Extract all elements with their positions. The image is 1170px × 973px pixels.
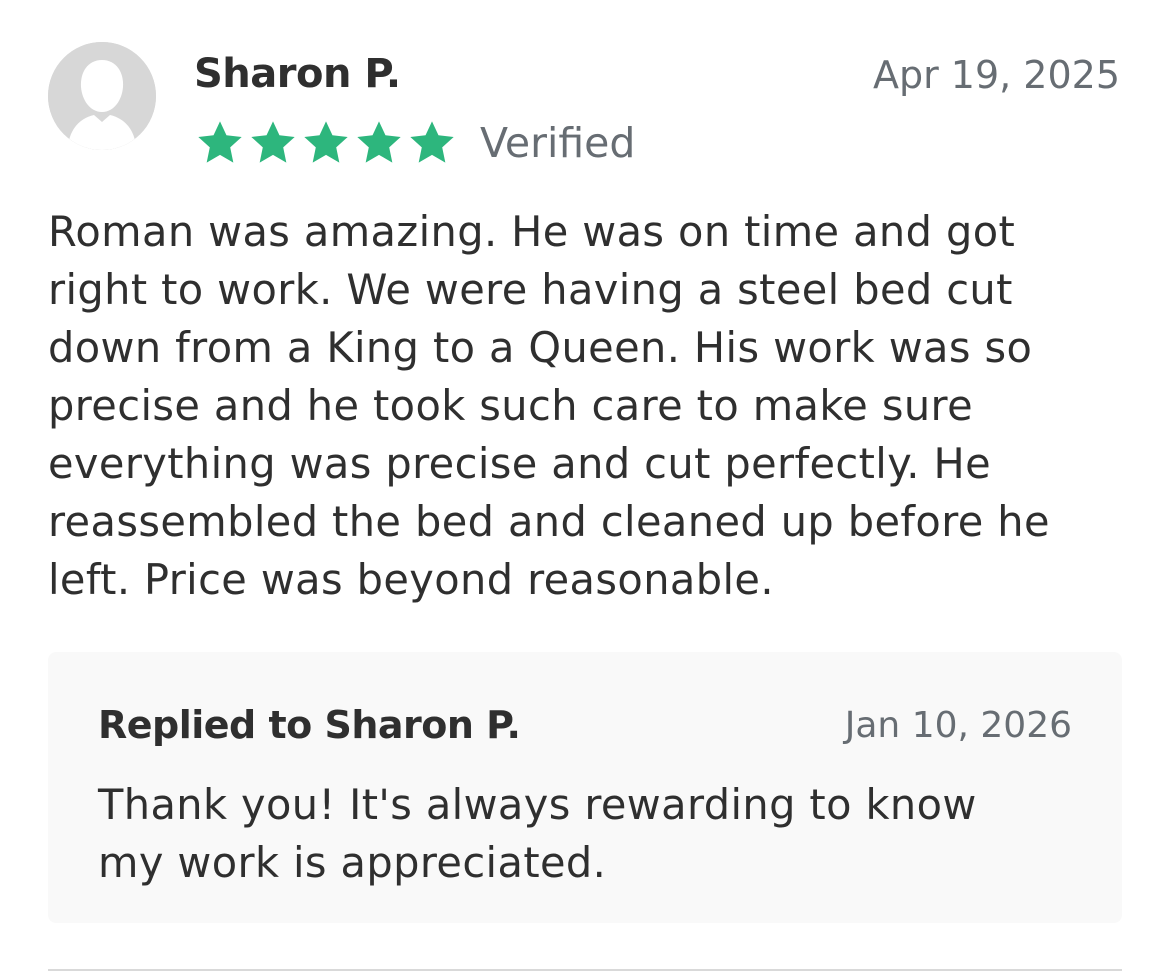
reply-title: Replied to Sharon P.: [98, 703, 521, 747]
star-icon: [251, 121, 295, 163]
star-icon: [198, 121, 242, 163]
divider: [48, 969, 1122, 971]
review-text: Roman was amazing. He was on time and go…: [48, 207, 1050, 604]
avatar: [48, 42, 156, 150]
default-user-avatar-icon: [48, 42, 156, 150]
star-icon: [304, 121, 348, 163]
rating: Verified: [194, 118, 635, 168]
reviewer-name: Sharon P.: [194, 51, 401, 97]
review-date: Apr 19, 2025: [872, 53, 1120, 97]
star-icon: [357, 121, 401, 163]
reply-box: Replied to Sharon P. Jan 10, 2026 Thank …: [48, 652, 1122, 923]
reply-date: Jan 10, 2026: [844, 705, 1072, 746]
verified-badge: Verified: [480, 119, 636, 167]
star-rating: [194, 118, 458, 168]
reply-text: Thank you! It's always rewarding to know…: [98, 780, 977, 887]
star-icon: [410, 121, 454, 163]
review-card: Sharon P. Apr 19, 2025 Verified Roman wa…: [0, 0, 1170, 973]
